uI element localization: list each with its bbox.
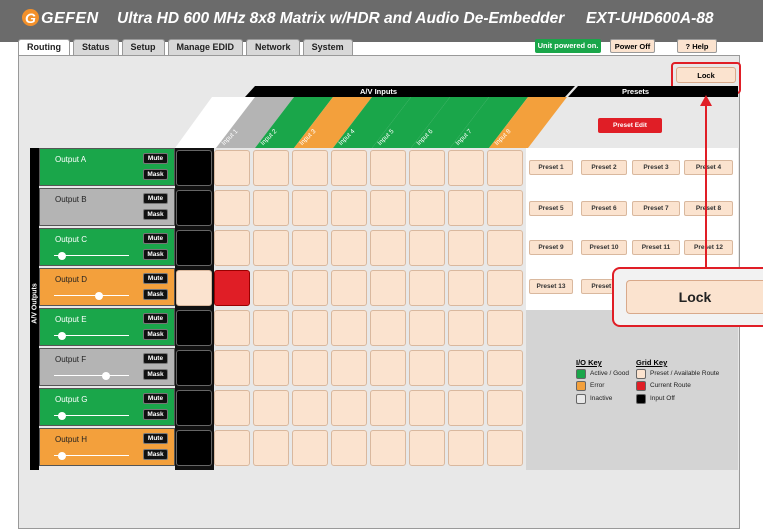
lock-callout: Lock <box>612 267 763 327</box>
callout-arrow <box>700 95 712 270</box>
lock-callout-label: Lock <box>626 280 763 314</box>
